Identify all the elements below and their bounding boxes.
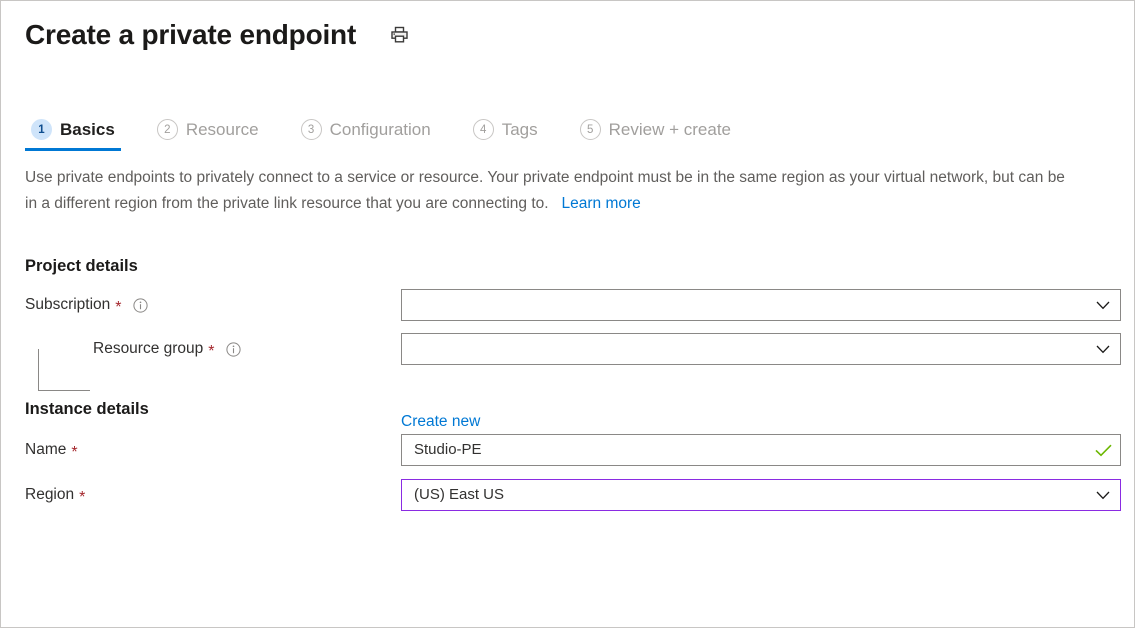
instance-details-heading: Instance details: [1, 400, 1134, 419]
region-required-marker: *: [79, 493, 85, 503]
name-checkmark-icon: [1086, 444, 1120, 457]
tab-tags-number: 4: [473, 119, 494, 140]
resource-group-required-marker: *: [208, 347, 214, 357]
active-tab-indicator: [25, 148, 121, 151]
subscription-info-icon[interactable]: [133, 298, 148, 313]
subscription-row: Subscription *: [1, 296, 1134, 314]
subscription-label: Subscription *: [25, 296, 148, 314]
page-title: Create a private endpoint: [25, 18, 356, 52]
region-value: (US) East US: [414, 480, 1086, 510]
resource-group-chevron-down-icon: [1086, 345, 1120, 354]
name-control: Studio-PE: [401, 434, 1121, 466]
tab-configuration-number: 3: [301, 119, 322, 140]
tab-basics-number: 1: [31, 119, 52, 140]
resource-group-row: Resource group *: [1, 340, 1134, 358]
create-new-resource-group-link[interactable]: Create new: [401, 413, 480, 431]
tab-tags-label: Tags: [502, 119, 538, 140]
name-value: Studio-PE: [414, 435, 1086, 465]
region-row: Region * (US) East US: [1, 486, 1134, 504]
tab-basics-label: Basics: [60, 119, 115, 140]
resource-group-info-icon[interactable]: [226, 342, 241, 357]
resource-group-control: [401, 333, 1121, 365]
region-dropdown[interactable]: (US) East US: [401, 479, 1121, 511]
tab-review-create-label: Review + create: [609, 119, 731, 140]
subscription-chevron-down-icon: [1086, 301, 1120, 310]
region-label: Region *: [25, 486, 85, 504]
tab-resource[interactable]: 2 Resource: [151, 113, 265, 151]
subscription-required-marker: *: [115, 303, 121, 313]
tab-resource-label: Resource: [186, 119, 259, 140]
tab-basics[interactable]: 1 Basics: [25, 113, 121, 151]
tab-tags[interactable]: 4 Tags: [467, 113, 544, 151]
description-text: Use private endpoints to privately conne…: [25, 169, 1065, 212]
resource-group-label: Resource group *: [93, 340, 241, 358]
print-button[interactable]: [386, 22, 412, 48]
tab-configuration[interactable]: 3 Configuration: [295, 113, 437, 151]
tab-review-create-number: 5: [580, 119, 601, 140]
project-details-heading: Project details: [1, 257, 1134, 276]
create-private-endpoint-blade: Create a private endpoint 1 Basics 2 Res…: [0, 0, 1135, 628]
name-required-marker: *: [71, 448, 77, 458]
learn-more-link[interactable]: Learn more: [562, 195, 641, 212]
region-chevron-down-icon: [1086, 491, 1120, 500]
name-input[interactable]: Studio-PE: [401, 434, 1121, 466]
wizard-tabs: 1 Basics 2 Resource 3 Configuration 4 Ta…: [1, 111, 1134, 151]
region-control: (US) East US: [401, 479, 1121, 511]
tab-configuration-label: Configuration: [330, 119, 431, 140]
tab-review-create[interactable]: 5 Review + create: [574, 113, 737, 151]
printer-icon: [390, 26, 409, 45]
title-bar: Create a private endpoint: [1, 1, 1134, 59]
subscription-dropdown[interactable]: [401, 289, 1121, 321]
tab-resource-number: 2: [157, 119, 178, 140]
name-row: Name * Studio-PE: [1, 441, 1134, 459]
blade-description: Use private endpoints to privately conne…: [1, 165, 1091, 217]
name-label: Name *: [25, 441, 78, 459]
subscription-control: [401, 289, 1121, 321]
resource-group-dropdown[interactable]: [401, 333, 1121, 365]
